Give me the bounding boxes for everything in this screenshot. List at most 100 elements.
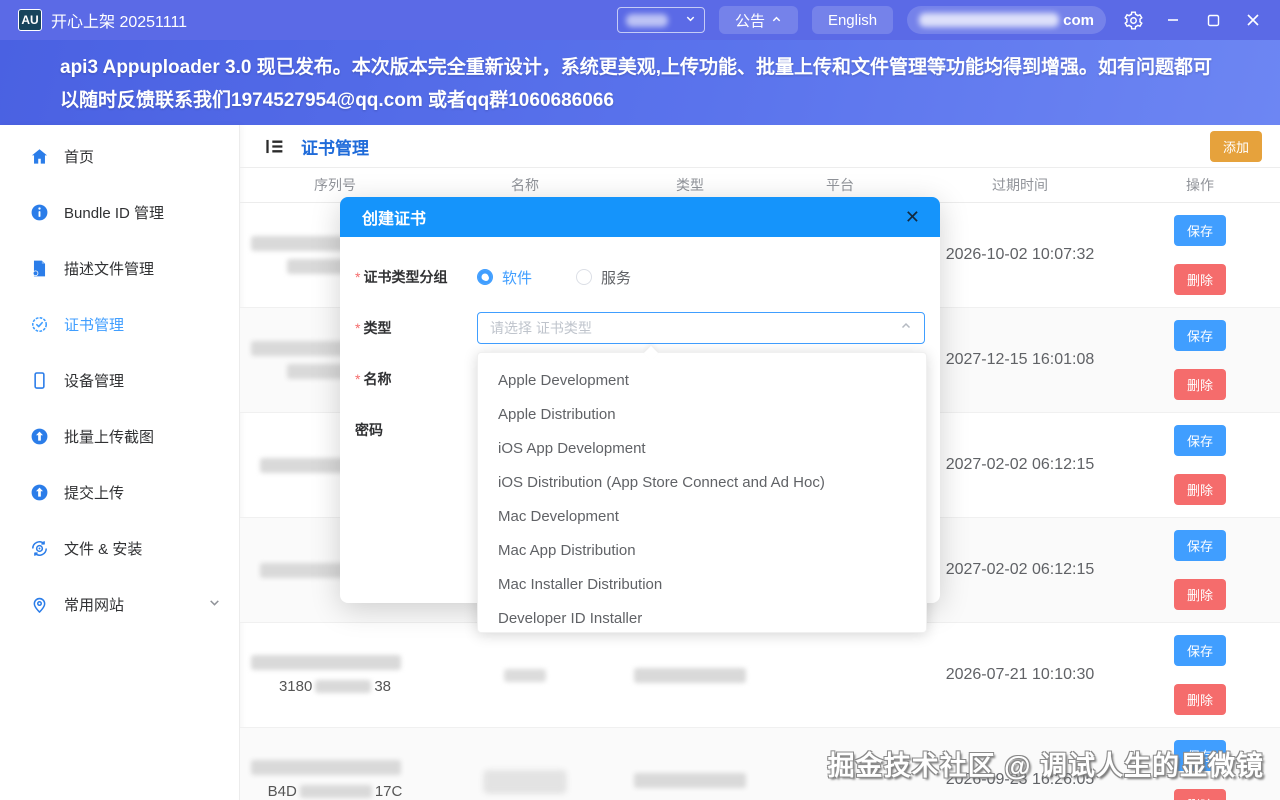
save-button[interactable]: 保存 xyxy=(1174,425,1226,456)
add-certificate-button[interactable]: 添加 xyxy=(1210,131,1262,162)
delete-button[interactable]: 删除 xyxy=(1174,264,1226,295)
sidebar-item-websites[interactable]: 常用网站 xyxy=(0,576,239,632)
announcement-banner: api3 Appuploader 3.0 现已发布。本次版本完全重新设计，系统更… xyxy=(0,40,1280,125)
required-asterisk: * xyxy=(355,269,360,285)
language-button[interactable]: English xyxy=(812,6,893,34)
dropdown-option[interactable]: Developer ID Installer xyxy=(478,602,926,636)
serial-partial: 3180 38 xyxy=(279,678,391,695)
col-header-type: 类型 xyxy=(620,175,760,195)
app-logo: AU xyxy=(18,9,42,31)
required-asterisk: * xyxy=(355,371,360,387)
serial-prefix: 3180 xyxy=(279,678,312,695)
serial-cell: B4D 17C xyxy=(240,760,430,800)
save-button[interactable]: 保存 xyxy=(1174,320,1226,351)
dropdown-option[interactable]: Apple Distribution xyxy=(478,398,926,432)
page-header: 证书管理 添加 xyxy=(240,125,1280,168)
minimize-button[interactable] xyxy=(1160,7,1186,33)
cert-password-label: 密码 xyxy=(355,420,477,440)
cert-type-dropdown-list: Apple Development Apple Distribution iOS… xyxy=(477,352,927,633)
sidebar-item-files-install[interactable]: 文件 & 安装 xyxy=(0,520,239,576)
announcement-text: api3 Appuploader 3.0 现已发布。本次版本完全重新设计，系统更… xyxy=(60,51,1220,117)
modal-title: 创建证书 xyxy=(362,205,426,229)
website-pin-icon xyxy=(30,595,49,614)
col-header-expire: 过期时间 xyxy=(920,175,1120,195)
save-button[interactable]: 保存 xyxy=(1174,215,1226,246)
sidebar-item-profiles[interactable]: 描述文件管理 xyxy=(0,240,239,296)
profile-file-icon xyxy=(30,259,49,278)
titlebar-dropdown[interactable] xyxy=(617,7,705,33)
sidebar-item-submit-upload[interactable]: 提交上传 xyxy=(0,464,239,520)
name-cell xyxy=(430,669,620,682)
dropdown-option[interactable]: Mac Development xyxy=(478,500,926,534)
cert-type-row: *类型 请选择 证书类型 xyxy=(355,312,925,344)
required-asterisk: * xyxy=(355,320,360,336)
save-button[interactable]: 保存 xyxy=(1174,635,1226,666)
dropdown-option[interactable]: Mac App Distribution xyxy=(478,534,926,568)
delete-button[interactable]: 删除 xyxy=(1174,684,1226,715)
table-row: 3180 38 2026-07-21 10:10:30 保存 删除 xyxy=(240,623,1280,728)
sidebar-item-home[interactable]: 首页 xyxy=(0,128,239,184)
delete-button[interactable]: 删除 xyxy=(1174,579,1226,610)
save-button[interactable]: 保存 xyxy=(1174,530,1226,561)
sidebar-item-batch-screenshots[interactable]: 批量上传截图 xyxy=(0,408,239,464)
radio-service[interactable]: 服务 xyxy=(576,267,631,288)
radio-label: 软件 xyxy=(502,267,532,288)
cert-type-select[interactable]: 请选择 证书类型 xyxy=(477,312,925,344)
radio-label: 服务 xyxy=(601,267,631,288)
sidebar-item-label: 文件 & 安装 xyxy=(64,538,221,559)
announcement-button[interactable]: 公告 xyxy=(719,6,798,34)
serial-cell: 3180 38 xyxy=(240,655,430,695)
actions-cell: 保存 删除 xyxy=(1120,320,1280,400)
cert-group-label: *证书类型分组 xyxy=(355,267,477,287)
chevron-down-icon xyxy=(208,596,221,613)
titlebar: AU 开心上架 20251111 公告 English com xyxy=(0,0,1280,40)
redacted-dropdown-value xyxy=(626,14,668,27)
name-cell xyxy=(430,770,620,790)
chevron-up-icon xyxy=(771,12,782,29)
close-icon[interactable]: ✕ xyxy=(905,208,920,226)
radio-dot xyxy=(576,269,592,285)
dropdown-option[interactable]: Mac Installer Distribution xyxy=(478,568,926,602)
expire-date: 2027-12-15 16:01:08 xyxy=(920,351,1120,369)
actions-cell: 保存 删除 xyxy=(1120,215,1280,295)
col-header-serial: 序列号 xyxy=(240,175,430,195)
sidebar-item-label: 设备管理 xyxy=(64,370,221,391)
sidebar-item-label: 常用网站 xyxy=(64,594,193,615)
sidebar-item-label: 批量上传截图 xyxy=(64,426,221,447)
cert-name-label: *名称 xyxy=(355,369,477,389)
watermark: 掘金技术社区 @ 调试人生的显微镜 xyxy=(828,744,1264,783)
redacted-serial xyxy=(251,760,401,775)
maximize-button[interactable] xyxy=(1200,7,1226,33)
delete-button[interactable]: 删除 xyxy=(1174,369,1226,400)
cert-group-row: *证书类型分组 软件 服务 xyxy=(355,261,925,293)
expire-date: 2026-07-21 10:10:30 xyxy=(920,666,1120,684)
language-label: English xyxy=(828,12,877,29)
delete-button[interactable]: 删除 xyxy=(1174,474,1226,505)
type-cell xyxy=(620,773,760,788)
dropdown-option[interactable]: Apple Development xyxy=(478,364,926,398)
redacted-name xyxy=(504,669,546,682)
radio-software[interactable]: 软件 xyxy=(477,267,532,288)
close-button[interactable] xyxy=(1240,7,1266,33)
redacted-name xyxy=(484,770,566,790)
sidebar-item-label: 首页 xyxy=(64,146,221,167)
settings-gear-icon[interactable] xyxy=(1120,7,1146,33)
sidebar-item-devices[interactable]: 设备管理 xyxy=(0,352,239,408)
sidebar-item-certificates[interactable]: 证书管理 xyxy=(0,296,239,352)
collapse-sidebar-icon[interactable] xyxy=(264,136,285,157)
cert-type-label: *类型 xyxy=(355,318,477,338)
col-header-platform: 平台 xyxy=(760,175,920,195)
account-email[interactable]: com xyxy=(907,6,1106,34)
serial-partial: B4D 17C xyxy=(268,783,403,800)
sidebar-item-label: Bundle ID 管理 xyxy=(64,202,221,223)
redacted-serial xyxy=(315,680,371,693)
col-header-name: 名称 xyxy=(430,175,620,195)
announcement-label: 公告 xyxy=(735,10,765,31)
dropdown-option[interactable]: iOS App Development xyxy=(478,432,926,466)
dropdown-option[interactable]: iOS Distribution (App Store Connect and … xyxy=(478,466,926,500)
redacted-type xyxy=(634,668,746,683)
sidebar-item-bundle-id[interactable]: Bundle ID 管理 xyxy=(0,184,239,240)
info-icon xyxy=(30,203,49,222)
certificate-icon xyxy=(30,315,49,334)
delete-button[interactable]: 删除 xyxy=(1174,789,1226,800)
